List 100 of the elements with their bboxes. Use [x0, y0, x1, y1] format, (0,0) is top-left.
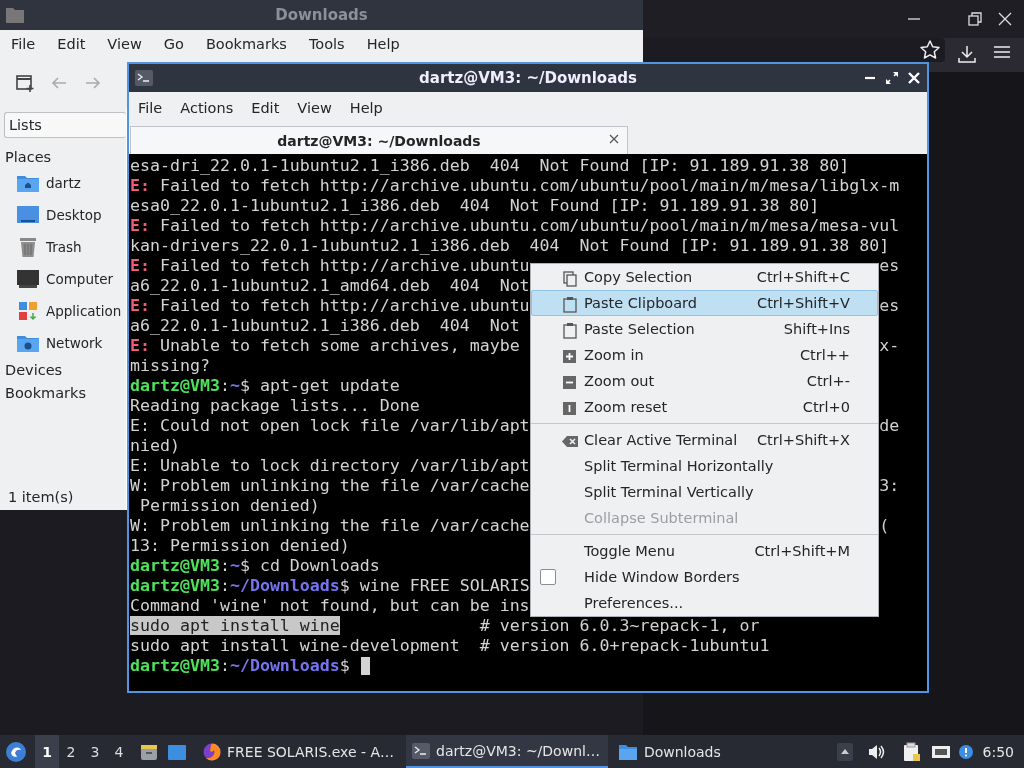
terminal-line: E: Failed to fetch http://archive.ubuntu.com/ubuntu/pool/main/m/mesa/mesa-vul: [130, 216, 900, 236]
menu-item[interactable]: File: [130, 97, 171, 119]
terminal-line: dartz@VM3:~/Downloads$ wine FREE SOLARIS: [130, 576, 530, 596]
terminal-line: dartz@VM3:~$ cd Downloads: [130, 556, 380, 576]
taskbar-button[interactable]: FREE SOLARIS.exe - A…: [197, 735, 403, 768]
menu-item[interactable]: View: [99, 33, 150, 55]
menu-item[interactable]: Split Terminal Horizontally: [531, 453, 878, 479]
menu-item[interactable]: Zoom in Ctrl++: [531, 342, 878, 368]
terminal-line: sudo apt install wine # version 6.0.3~repack-1, or: [130, 616, 760, 636]
menu-item[interactable]: File: [3, 33, 44, 55]
sidebar-heading[interactable]: Devices: [0, 359, 126, 382]
terminal-line: E: Failed to fetch http://archive.ubuntu: [130, 296, 530, 316]
terminal-line: missing?: [130, 356, 210, 376]
applications-icon: [16, 299, 40, 323]
menu-item[interactable]: Go: [155, 33, 192, 55]
terminal-tab[interactable]: dartz@VM3: ~/Downloads: [130, 126, 628, 154]
window-title: dartz@VM3: ~/Downloads: [419, 69, 637, 87]
taskbar-button[interactable]: dartz@VM3: ~/Downl…: [406, 735, 608, 768]
clipboard-icon: [562, 322, 578, 339]
restore-icon[interactable]: [967, 11, 983, 27]
menu-item[interactable]: Edit: [49, 33, 94, 55]
notification-icon[interactable]: [956, 742, 975, 761]
volume-icon[interactable]: [866, 742, 885, 761]
close-icon[interactable]: [609, 134, 619, 144]
menu-item[interactable]: Zoom reset Ctrl+0: [531, 394, 878, 420]
terminal-line: dartz@VM3:~/Downloads$: [130, 656, 351, 676]
sidebar-selector[interactable]: Lists: [4, 112, 126, 138]
terminal-line: x-: [879, 336, 900, 356]
sidebar-heading[interactable]: Bookmarks: [0, 382, 126, 405]
terminal-line: Reading package lists... Done: [130, 396, 420, 416]
terminal-line: sudo apt install wine-development # version 6.0+repack-1ubuntu1: [130, 636, 770, 656]
terminal-line: kan-drivers_22.0.1-1ubuntu2.1_i386.deb 404 Not Found [IP: 91.189.91.38 80]: [130, 236, 890, 256]
menu-item[interactable]: Hide Window Borders: [531, 564, 878, 590]
folder-icon: [5, 6, 25, 24]
workspace-button[interactable]: 1: [35, 735, 59, 768]
terminal-line: de: [879, 416, 900, 436]
terminal-line: (: [879, 516, 890, 536]
menu-item[interactable]: Edit: [243, 97, 288, 119]
terminal-line: a6_22.0.1-1ubuntu2.1_amd64.deb 404 Not: [130, 276, 530, 296]
clipboard-icon[interactable]: [902, 741, 921, 762]
menu-item[interactable]: Preferences...: [531, 590, 878, 616]
star-icon[interactable]: [919, 39, 941, 61]
plus-icon: [562, 348, 578, 365]
terminal-line: W: Problem unlinking the file /var/cache: [130, 516, 530, 536]
menu-item[interactable]: Paste Selection Shift+Ins: [531, 316, 878, 342]
menu-item[interactable]: Toggle Menu Ctrl+Shift+M: [531, 538, 878, 564]
terminal-line: E: Failed to fetch http://archive.ubuntu.com/ubuntu/pool/main/m/mesa/libglx-m: [130, 176, 900, 196]
minus-icon: [562, 374, 578, 391]
menu-item[interactable]: Help: [358, 33, 408, 55]
copy-icon: [562, 270, 578, 287]
terminal-line: E: Unable to fetch some archives, maybe: [130, 336, 520, 356]
menu-item[interactable]: Copy Selection Ctrl+Shift+C: [531, 264, 878, 290]
menu-item[interactable]: Tools: [300, 33, 353, 55]
terminal-icon: [135, 70, 153, 86]
terminal-line: dartz@VM3:~$ apt-get update: [130, 376, 400, 396]
sidebar-item[interactable]: dartz: [46, 175, 81, 191]
maximize-icon[interactable]: [885, 71, 899, 85]
computer-icon: [16, 267, 40, 291]
terminal-line: a6_22.0.1-1ubuntu2.1_i386.deb 404 Not: [130, 316, 520, 336]
download-icon[interactable]: [957, 44, 977, 64]
workspace-button[interactable]: 4: [107, 735, 131, 768]
menu-item[interactable]: Clear Active Terminal Ctrl+Shift+X: [531, 427, 878, 453]
sidebar-item[interactable]: Application: [46, 303, 122, 319]
terminal-line: E: Unable to lock directory /var/lib/apt: [130, 456, 530, 476]
clock[interactable]: 6:50: [974, 743, 1024, 760]
reset-icon: [562, 400, 578, 417]
sidebar-item[interactable]: Desktop: [46, 207, 102, 223]
terminal-line: E: Could not open lock file /var/lib/apt: [130, 416, 530, 436]
folder-icon: [617, 742, 638, 761]
menu-item[interactable]: Split Terminal Vertically: [531, 479, 878, 505]
checkbox[interactable]: [540, 569, 556, 585]
sidebar-heading[interactable]: Places: [0, 138, 126, 167]
window-title: Downloads: [275, 6, 368, 24]
start-menu-icon[interactable]: [5, 740, 27, 763]
menu-item[interactable]: Paste Clipboard Ctrl+Shift+V: [531, 290, 878, 316]
terminal-line: Command 'wine' not found, but can be ins: [130, 596, 530, 616]
menu-item[interactable]: View: [289, 97, 340, 119]
new-tab-icon[interactable]: [15, 73, 35, 93]
menu-item[interactable]: Actions: [172, 97, 242, 119]
menu-item[interactable]: Zoom out Ctrl+-: [531, 368, 878, 394]
sidebar-item[interactable]: Computer: [46, 271, 114, 287]
browser-icon: [203, 742, 221, 761]
status-text: 1 item(s): [7, 488, 75, 507]
menu-item[interactable]: Bookmarks: [197, 33, 295, 55]
menu-item[interactable]: Help: [341, 97, 391, 119]
terminal-line: es: [879, 256, 900, 276]
terminal-line: nied): [130, 436, 180, 456]
workspace-button[interactable]: 3: [83, 735, 107, 768]
terminal-line: Permission denied): [139, 496, 320, 516]
sidebar-item[interactable]: Trash: [46, 239, 82, 255]
sidebar-item[interactable]: Network: [46, 335, 103, 351]
workspace-button[interactable]: 2: [59, 735, 83, 768]
taskbar-button[interactable]: Downloads: [611, 735, 729, 768]
terminal-line: esa0_22.0.1-1ubuntu2.1_i386.deb 404 Not Found [IP: 91.189.91.38 80]: [130, 196, 820, 216]
terminal-line: 3:: [879, 476, 900, 496]
menu-icon[interactable]: [993, 44, 1011, 60]
clear-icon: [562, 433, 578, 450]
clipboard-icon: [562, 296, 578, 313]
terminal-line: E: Failed to fetch http://archive.ubuntu: [130, 256, 530, 276]
terminal-icon: [412, 742, 431, 759]
